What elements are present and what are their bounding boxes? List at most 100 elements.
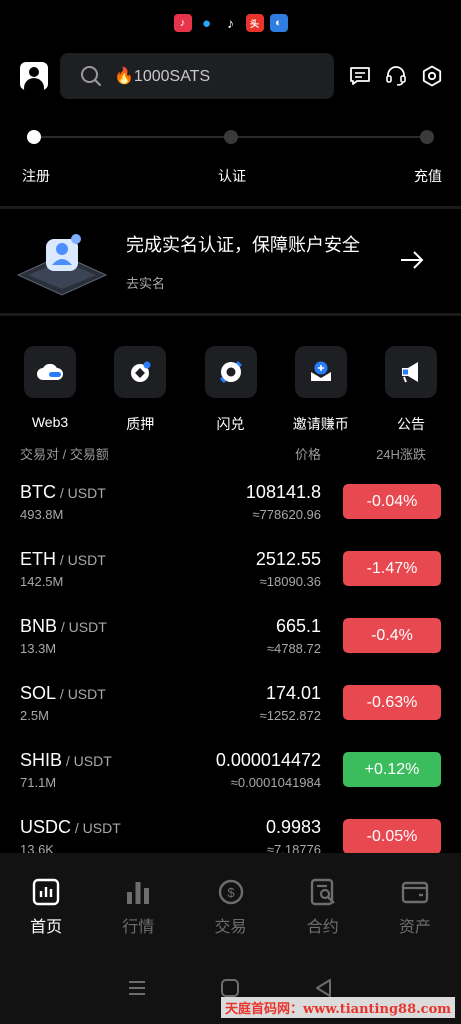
progress-step-verify[interactable]: 认证 (218, 166, 246, 186)
progress-dot-deposit (420, 130, 434, 144)
search-icon (81, 66, 101, 86)
header: 🔥1000SATS (0, 46, 461, 106)
tab-assets[interactable]: 资产 (369, 877, 461, 953)
pair-price: 0.9983 (265, 816, 321, 837)
back-icon[interactable] (313, 977, 335, 999)
pair-symbol: ETH (20, 548, 56, 569)
pair-volume: 142.5M (20, 573, 64, 589)
home-icon (32, 878, 60, 906)
header-price[interactable]: 价格 (241, 444, 321, 463)
quick-action-label: 闪兑 (216, 416, 245, 432)
pair-price: 108141.8 (245, 481, 321, 502)
header-pair: 交易对 / 交易额 (20, 446, 109, 462)
menu-icon[interactable] (126, 977, 148, 999)
assets-icon (401, 881, 429, 904)
qq-icon: ● (197, 14, 216, 32)
tab-label: 交易 (214, 919, 247, 936)
quick-action-swap[interactable]: 闪兑 (201, 346, 261, 438)
tiktok-icon: ♪ (221, 14, 240, 32)
home-square-icon[interactable] (219, 977, 241, 999)
avatar-icon[interactable] (20, 62, 48, 90)
progress-step-deposit[interactable]: 充值 (414, 166, 442, 186)
pair-quote: / USDT (57, 618, 107, 635)
pair-quote: / USDT (71, 819, 121, 836)
market-icon (127, 882, 150, 904)
header-change[interactable]: 24H涨跌 (361, 444, 441, 463)
pair-cny-price: ≈4788.72 (266, 640, 321, 656)
search-input[interactable]: 🔥1000SATS (60, 53, 334, 99)
change-badge[interactable]: -0.05% (343, 819, 441, 854)
pair-quote: / USDT (56, 551, 106, 568)
change-badge[interactable]: -0.63% (343, 685, 441, 720)
bottom-tab-bar: 首页 行情 $ 交易 合约 资产 天庭首码网：www.tianting88.co… (0, 853, 461, 1024)
support-icon[interactable] (385, 65, 407, 87)
quick-action-staking[interactable]: 质押 (110, 346, 170, 438)
pair-price: 0.000014472 (215, 749, 321, 770)
contract-icon (310, 878, 335, 906)
message-icon[interactable] (349, 65, 371, 87)
kyc-banner[interactable]: 完成实名认证，保障账户安全 去实名 (0, 209, 461, 313)
tab-home[interactable]: 首页 (0, 877, 92, 953)
pair-symbol: USDC (20, 816, 72, 837)
kyc-title: 完成实名认证，保障账户安全 (126, 234, 360, 255)
quick-action-announcement[interactable]: 公告 (381, 346, 441, 438)
quick-action-invite[interactable]: 邀请赚币 (291, 346, 351, 438)
pair-volume: 71.1M (20, 774, 57, 790)
pair-price: 2512.55 (255, 548, 321, 569)
staking-icon (131, 361, 151, 382)
settings-icon[interactable] (421, 65, 443, 87)
web3-cloud-icon (37, 363, 63, 380)
tab-trade[interactable]: $ 交易 (184, 877, 276, 953)
pair-volume: 2.5M (20, 707, 49, 723)
tab-contract[interactable]: 合约 (277, 877, 369, 953)
change-badge[interactable]: +0.12% (343, 752, 441, 787)
invite-icon (310, 361, 331, 381)
arrow-right-icon[interactable] (399, 249, 425, 271)
pair-quote: / USDT (56, 685, 106, 702)
announcement-icon (402, 362, 418, 383)
quick-action-label: 公告 (397, 416, 425, 432)
watermark: 天庭首码网：www.tianting88.com (220, 997, 455, 1018)
pair-quote: / USDT (56, 484, 106, 501)
pair-symbol: BTC (20, 481, 56, 502)
quick-action-label: 邀请赚币 (292, 416, 349, 432)
progress-dot-verify (224, 130, 238, 144)
tab-market[interactable]: 行情 (92, 877, 184, 953)
pair-cny-price: ≈0.0001041984 (230, 774, 321, 790)
pair-volume: 13.3M (20, 640, 57, 656)
pair-symbol: BNB (20, 615, 58, 636)
market-table-header: 交易对 / 交易额 价格 24H涨跌 (0, 438, 461, 468)
pair-cny-price: ≈1252.872 (259, 707, 321, 723)
table-row[interactable]: ETH / USDT 142.5M 2512.55 ≈18090.36 -1.4… (0, 535, 461, 602)
table-row[interactable]: SHIB / USDT 71.1M 0.000014472 ≈0.0001041… (0, 736, 461, 803)
news-app-icon: 头 (245, 14, 264, 32)
tab-label: 资产 (398, 919, 431, 936)
change-badge[interactable]: -0.04% (343, 484, 441, 519)
status-bar: ♪ ● ♪ 头 ◐ (0, 0, 461, 46)
table-row[interactable]: BNB / USDT 13.3M 665.1 ≈4788.72 -0.4% (0, 602, 461, 669)
system-nav-bar (0, 977, 461, 999)
pair-cny-price: ≈18090.36 (259, 573, 321, 589)
kyc-subtitle[interactable]: 去实名 (126, 273, 360, 292)
pair-symbol: SHIB (20, 749, 63, 770)
table-row[interactable]: BTC / USDT 493.8M 108141.8 ≈778620.96 -0… (0, 468, 461, 535)
pair-quote: / USDT (62, 752, 112, 769)
change-badge[interactable]: -0.4% (343, 618, 441, 653)
quick-action-label: Web3 (31, 414, 69, 430)
market-list: BTC / USDT 493.8M 108141.8 ≈778620.96 -0… (0, 468, 461, 862)
pair-volume: 493.8M (20, 506, 64, 522)
progress-dot-register (27, 130, 41, 144)
progress-step-register[interactable]: 注册 (22, 166, 50, 186)
identity-shield-icon (16, 234, 108, 296)
tab-label: 首页 (30, 919, 63, 936)
quick-action-web3[interactable]: Web3 (20, 346, 80, 438)
browser-icon: ◐ (269, 14, 288, 32)
tab-label: 合约 (306, 919, 339, 936)
change-badge[interactable]: -1.47% (343, 551, 441, 586)
pair-price: 665.1 (275, 615, 321, 636)
pair-symbol: SOL (20, 682, 57, 703)
tab-label: 行情 (122, 919, 155, 936)
table-row[interactable]: SOL / USDT 2.5M 174.01 ≈1252.872 -0.63% (0, 669, 461, 736)
pair-price: 174.01 (265, 682, 321, 703)
pair-cny-price: ≈778620.96 (252, 506, 321, 522)
